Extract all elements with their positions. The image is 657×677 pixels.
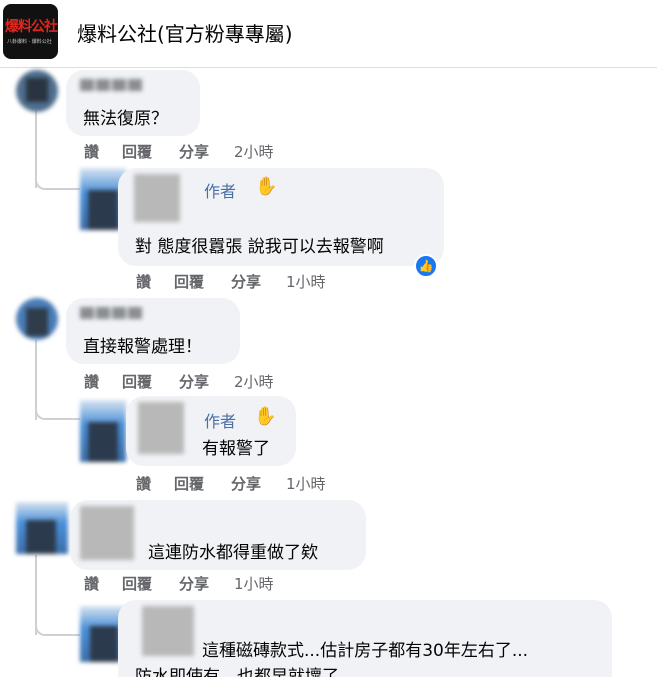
author-avatar-blurred[interactable] bbox=[138, 402, 186, 458]
reply-button[interactable]: 回覆 bbox=[122, 371, 152, 392]
share-button[interactable]: 分享 bbox=[179, 573, 209, 594]
thread-curve bbox=[35, 614, 80, 636]
author-badge: 作者 bbox=[204, 412, 237, 431]
like-button[interactable]: 讚 bbox=[136, 271, 151, 292]
wave-hand-icon: ✋ bbox=[254, 406, 277, 427]
reply-button[interactable]: 回覆 bbox=[122, 573, 152, 594]
comment-actions: 讚 回覆 分享 1小時 bbox=[84, 573, 344, 593]
replier-avatar-blurred[interactable] bbox=[142, 606, 196, 660]
comment-timestamp[interactable]: 1小時 bbox=[234, 573, 274, 594]
comment-actions: 讚 回覆 分享 2小時 bbox=[84, 371, 344, 391]
comment-text-line1: 這種磁磚款式...估計房子都有30年左右了... bbox=[202, 641, 529, 661]
reply-button[interactable]: 回覆 bbox=[174, 271, 204, 292]
like-reaction-icon[interactable]: 👍 bbox=[414, 254, 438, 278]
commenter-name-blurred[interactable] bbox=[80, 304, 144, 323]
logo-text: 爆料公社 bbox=[5, 19, 58, 35]
comment-actions: 讚 回覆 分享 2小時 bbox=[84, 141, 344, 161]
share-button[interactable]: 分享 bbox=[231, 473, 261, 494]
author-avatar-blurred[interactable] bbox=[134, 174, 182, 226]
comment-text: 有報警了 bbox=[202, 439, 270, 459]
comment-text: 直接報警處理！ bbox=[83, 337, 202, 357]
comment-actions: 讚 回覆 分享 1小時 bbox=[136, 473, 396, 493]
page-avatar-logo[interactable]: 爆料公社 八卦爆料 · 爆料公社 bbox=[3, 4, 58, 59]
reply-bubble: 這種磁磚款式...估計房子都有30年左右了... 防水即使有，也都早就壞了 bbox=[118, 600, 612, 677]
reply-button[interactable]: 回覆 bbox=[174, 473, 204, 494]
comment-timestamp[interactable]: 2小時 bbox=[234, 371, 274, 392]
comment-bubble: 這連防水都得重做了欸 bbox=[70, 500, 366, 570]
comment-text: 對 態度很囂張 說我可以去報警啊 bbox=[135, 237, 384, 257]
comment-timestamp[interactable]: 1小時 bbox=[286, 473, 326, 494]
reply-button[interactable]: 回覆 bbox=[122, 141, 152, 162]
commenter-avatar[interactable] bbox=[16, 70, 58, 112]
comment-bubble: 直接報警處理！ bbox=[66, 298, 240, 364]
share-button[interactable]: 分享 bbox=[179, 141, 209, 162]
comment-timestamp[interactable]: 1小時 bbox=[286, 271, 326, 292]
reply-bubble: 作者 ✋ 有報警了 bbox=[126, 396, 296, 466]
reply-bubble: 作者 ✋ 對 態度很囂張 說我可以去報警啊 bbox=[118, 168, 444, 266]
like-button[interactable]: 讚 bbox=[84, 371, 99, 392]
comment-actions: 讚 回覆 分享 1小時 bbox=[136, 271, 396, 291]
commenter-avatar[interactable] bbox=[16, 298, 58, 340]
comment-text-line2: 防水即使有，也都早就壞了 bbox=[135, 667, 339, 677]
share-button[interactable]: 分享 bbox=[231, 271, 261, 292]
author-badge: 作者 bbox=[204, 182, 237, 201]
comment-text: 這連防水都得重做了欸 bbox=[148, 543, 318, 563]
comment-text: 無法復原？ bbox=[83, 109, 168, 129]
comment-bubble: 無法復原？ bbox=[66, 70, 200, 136]
comment-timestamp[interactable]: 2小時 bbox=[234, 141, 274, 162]
commenter-avatar[interactable] bbox=[16, 502, 68, 554]
wave-hand-icon: ✋ bbox=[255, 176, 278, 197]
like-button[interactable]: 讚 bbox=[84, 573, 99, 594]
thread-curve bbox=[35, 168, 80, 190]
logo-subtext: 八卦爆料 · 爆料公社 bbox=[7, 39, 52, 45]
page-title[interactable]: 爆料公社(官方粉專專屬) bbox=[77, 18, 293, 47]
like-button[interactable]: 讚 bbox=[136, 473, 151, 494]
share-button[interactable]: 分享 bbox=[179, 371, 209, 392]
commenter-avatar-blurred[interactable] bbox=[80, 506, 136, 564]
page-header: 爆料公社 八卦爆料 · 爆料公社 爆料公社(官方粉專專屬) bbox=[0, 0, 657, 68]
commenter-name-blurred[interactable] bbox=[80, 76, 144, 95]
author-avatar[interactable] bbox=[80, 400, 126, 462]
like-button[interactable]: 讚 bbox=[84, 141, 99, 162]
thread-curve bbox=[35, 398, 80, 420]
